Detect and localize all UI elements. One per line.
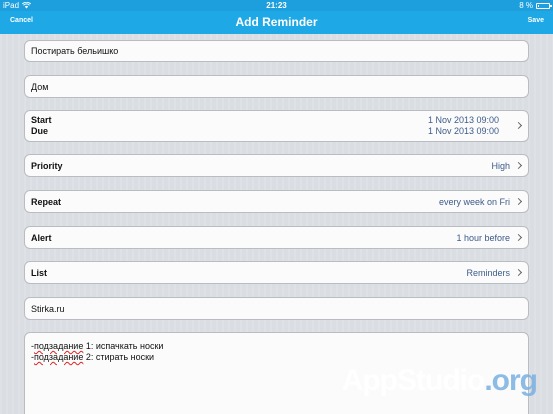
title-value: Постирать бельишко (31, 46, 119, 56)
battery-percent: 8 % (519, 1, 533, 10)
priority-value: High (491, 161, 510, 171)
alert-label: Alert (31, 233, 52, 243)
page-title: Add Reminder (235, 15, 318, 29)
url-value: Stirka.ru (31, 304, 65, 314)
chevron-right-icon (514, 121, 523, 130)
list-label: List (31, 268, 48, 278)
chevron-right-icon (514, 233, 523, 242)
url-field[interactable]: Stirka.ru (24, 297, 529, 320)
notes-line-2: -подзадание 2: стирать носки (31, 352, 154, 362)
list-row[interactable]: List Reminders (24, 261, 529, 284)
battery-icon (536, 2, 552, 9)
list-value: Reminders (466, 268, 510, 278)
notes-line-1-rest: 1: испачкать носки (83, 341, 164, 351)
start-value: 1 Nov 2013 09:00 (427, 115, 499, 125)
due-label: Due (31, 126, 49, 136)
save-button[interactable]: Save (528, 17, 544, 24)
priority-row[interactable]: Priority High (24, 154, 529, 177)
watermark-org-text: .org (484, 364, 538, 397)
due-value: 1 Nov 2013 09:00 (427, 126, 499, 136)
priority-label: Priority (31, 161, 63, 171)
repeat-row[interactable]: Repeat every week on Fri (24, 190, 529, 213)
notes-line-1: -подзадание 1: испачкать носки (31, 341, 163, 351)
repeat-value: every week on Fri (438, 197, 510, 207)
status-time: 21:23 (266, 1, 287, 10)
location-value: Дом (31, 82, 49, 92)
repeat-label: Repeat (31, 197, 62, 207)
start-due-row[interactable]: Start Due 1 Nov 2013 09:00 1 Nov 2013 09… (24, 110, 529, 142)
alert-row[interactable]: Alert 1 hour before (24, 226, 529, 249)
location-field[interactable]: Дом (24, 75, 529, 98)
chevron-right-icon (514, 197, 523, 206)
appstudio-watermark: AppStudio.org (341, 364, 538, 398)
chevron-right-icon (514, 161, 523, 170)
chevron-right-icon (514, 268, 523, 277)
nav-bar: Cancel Add Reminder Save (0, 11, 553, 34)
alert-value: 1 hour before (456, 233, 510, 243)
notes-line-2-word: подзадание (34, 352, 84, 362)
watermark-app-text: AppStudio (341, 364, 486, 397)
start-label: Start (31, 115, 52, 125)
notes-line-1-word: подзадание (34, 341, 84, 351)
status-bar: iPad 21:23 8 % (0, 0, 553, 11)
title-field[interactable]: Постирать бельишко (24, 40, 529, 62)
notes-line-2-rest: 2: стирать носки (83, 352, 155, 362)
